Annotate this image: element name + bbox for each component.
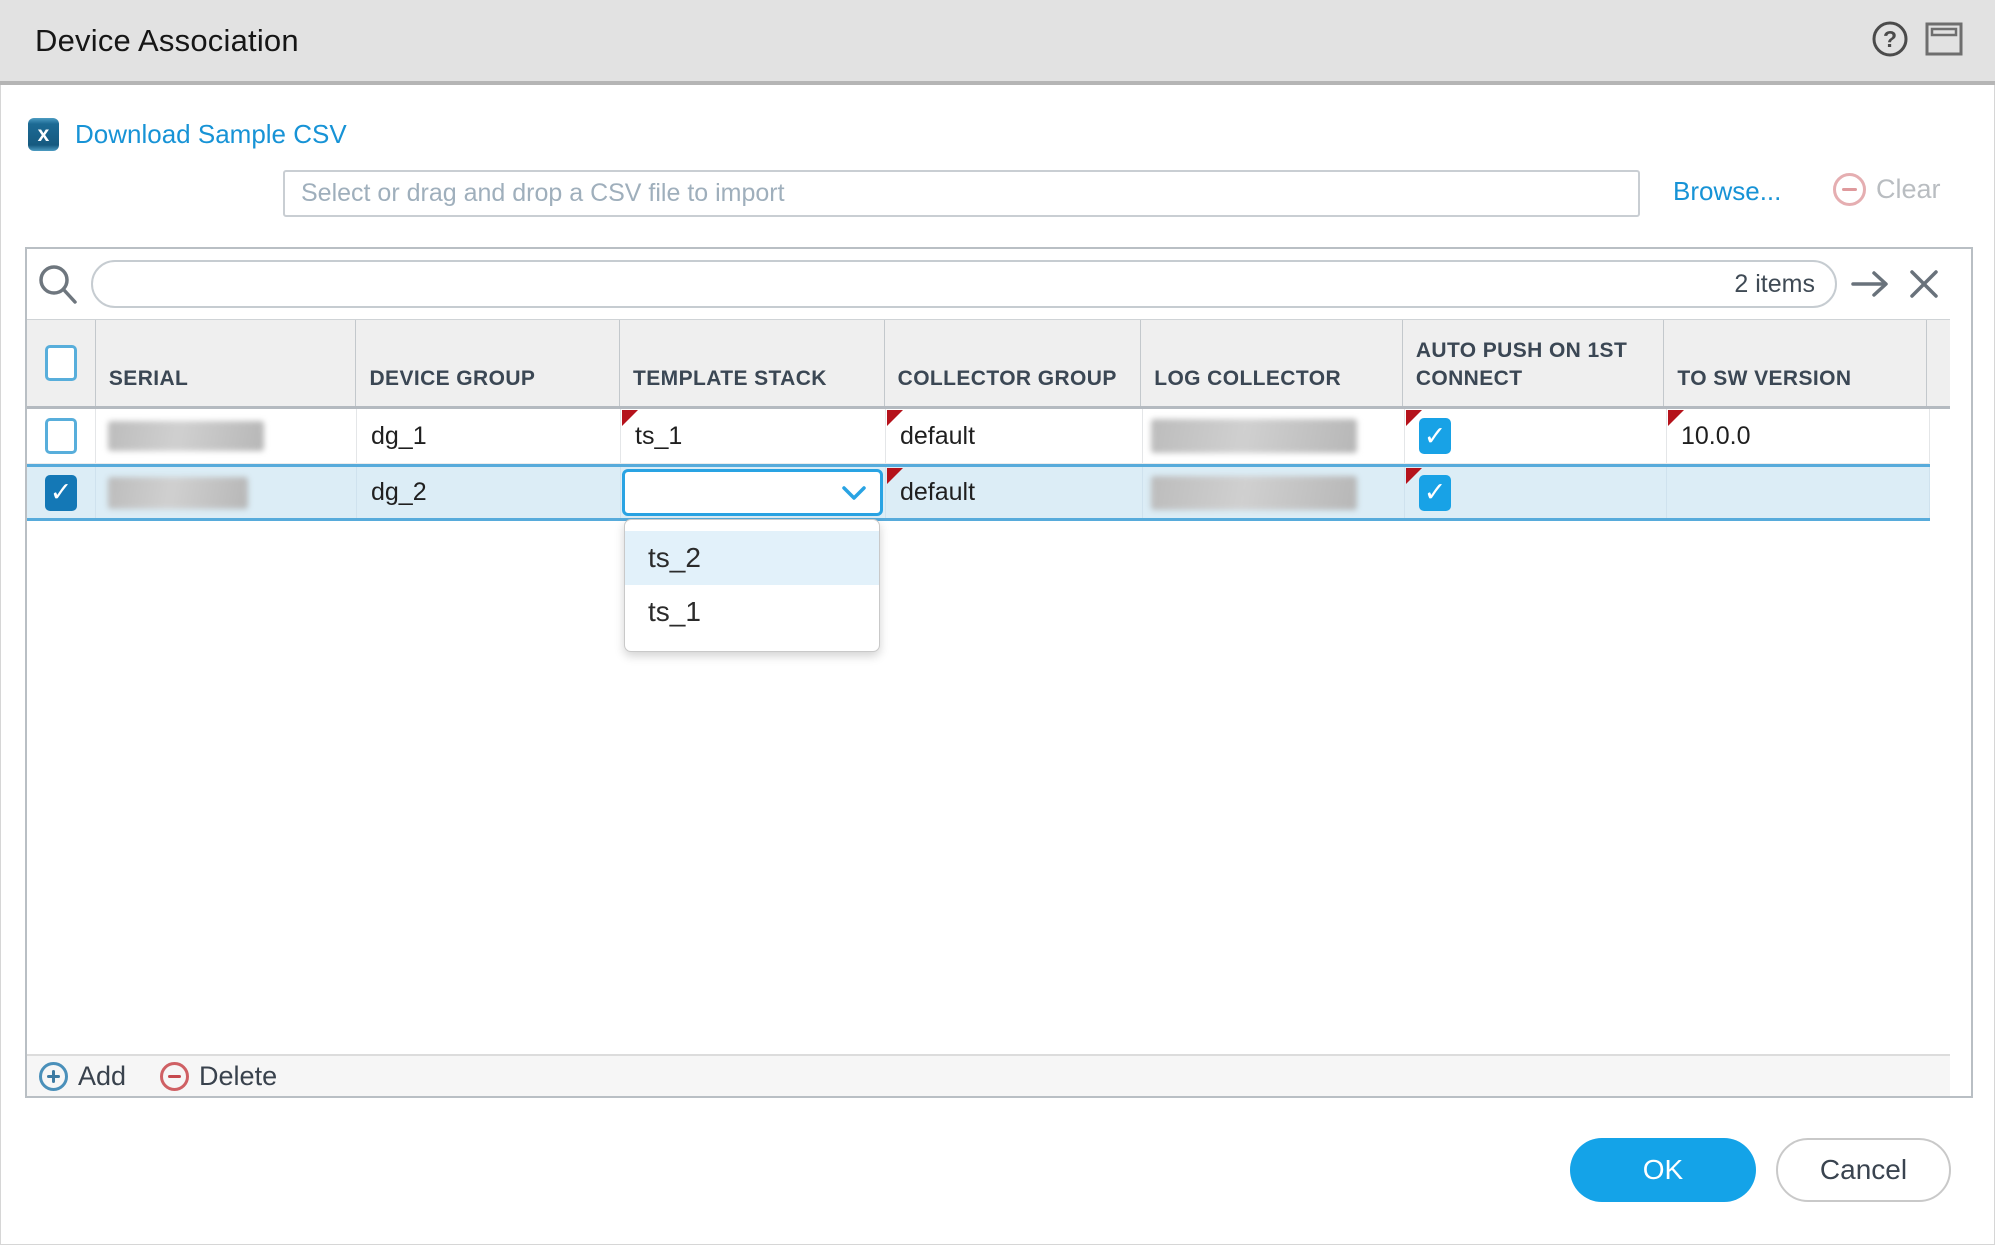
header-serial[interactable]: SERIAL <box>96 320 357 406</box>
row1-template-stack-cell[interactable]: ts_1 <box>621 409 886 463</box>
page-title: Device Association <box>35 23 299 59</box>
ok-button[interactable]: OK <box>1570 1138 1756 1202</box>
table-empty-area <box>27 521 1971 1054</box>
clear-filter-x-icon[interactable] <box>1907 267 1941 301</box>
clear-minus-icon <box>1833 173 1866 206</box>
header-template-stack[interactable]: TEMPLATE STACK <box>620 320 885 406</box>
cancel-button[interactable]: Cancel <box>1776 1138 1951 1202</box>
table-row-selected[interactable]: dg_2 default <box>27 464 1930 521</box>
device-association-dialog: Device Association ? x Download Sample C… <box>0 0 1995 1245</box>
plus-icon <box>39 1062 68 1091</box>
delete-button[interactable]: Delete <box>160 1061 277 1092</box>
row2-template-stack-cell <box>621 467 886 518</box>
dock-window-icon[interactable] <box>1925 22 1963 56</box>
row2-log-collector-cell[interactable] <box>1143 467 1405 518</box>
row1-serial-cell <box>96 409 357 463</box>
header-log-collector[interactable]: LOG COLLECTOR <box>1141 320 1403 406</box>
clear-label: Clear <box>1876 174 1941 205</box>
header-to-sw-version[interactable]: TO SW VERSION <box>1664 320 1927 406</box>
row2-auto-push-checkbox[interactable] <box>1419 475 1451 511</box>
row2-select-checkbox[interactable] <box>45 475 77 511</box>
row2-collector-group-cell[interactable]: default <box>886 467 1143 518</box>
filter-input[interactable] <box>113 270 1734 299</box>
row1-select-checkbox[interactable] <box>45 418 77 454</box>
add-label: Add <box>78 1061 126 1092</box>
chevron-down-icon <box>840 484 868 502</box>
row1-auto-push-checkbox[interactable] <box>1419 418 1451 454</box>
row1-log-collector-cell[interactable] <box>1143 409 1405 463</box>
clear-button[interactable]: Clear <box>1833 173 1941 206</box>
header-device-group[interactable]: DEVICE GROUP <box>356 320 620 406</box>
row1-to-sw-version-cell[interactable]: 10.0.0 <box>1667 409 1930 463</box>
row1-auto-push-cell <box>1405 409 1667 463</box>
download-sample-csv-link[interactable]: Download Sample CSV <box>75 119 347 150</box>
header-collector-group[interactable]: COLLECTOR GROUP <box>885 320 1142 406</box>
help-icon[interactable]: ? <box>1871 20 1909 58</box>
browse-link[interactable]: Browse... <box>1673 176 1781 207</box>
header-scrollbar-spacer <box>1927 320 1950 406</box>
row2-serial-cell <box>96 467 357 518</box>
csv-file-icon: x <box>28 118 59 151</box>
redacted-serial <box>108 477 248 509</box>
select-all-checkbox[interactable] <box>45 345 77 381</box>
download-sample-row: x Download Sample CSV <box>28 118 347 151</box>
apply-filter-arrow-icon[interactable] <box>1849 268 1893 300</box>
items-count-badge: 2 items <box>1734 270 1815 299</box>
dialog-titlebar: Device Association ? <box>0 0 1995 85</box>
search-pill: 2 items <box>91 260 1837 308</box>
redacted-serial <box>108 421 264 451</box>
csv-import-row: Browse... Clear <box>0 168 1995 218</box>
template-stack-select[interactable] <box>622 469 883 516</box>
search-icon <box>35 261 81 307</box>
delete-label: Delete <box>199 1061 277 1092</box>
header-auto-push[interactable]: AUTO PUSH ON 1ST CONNECT <box>1403 320 1665 406</box>
csv-file-input[interactable] <box>283 170 1640 217</box>
device-table-panel: 2 items <box>25 247 1973 1098</box>
dialog-footer: OK Cancel <box>0 1138 1995 1202</box>
row2-auto-push-cell <box>1405 467 1667 518</box>
row1-collector-group-cell[interactable]: default <box>886 409 1143 463</box>
row2-device-group-cell[interactable]: dg_2 <box>357 467 621 518</box>
redacted-log-collector <box>1151 419 1357 453</box>
row2-to-sw-version-cell[interactable] <box>1667 467 1930 518</box>
template-stack-dropdown: ts_2 ts_1 <box>624 519 880 652</box>
dropdown-option-ts2[interactable]: ts_2 <box>625 531 879 585</box>
row1-device-group-cell[interactable]: dg_1 <box>357 409 621 463</box>
header-select-all-cell <box>27 320 96 406</box>
add-button[interactable]: Add <box>39 1061 126 1092</box>
table-search-row: 2 items <box>27 249 1971 319</box>
minus-icon <box>160 1062 189 1091</box>
table-toolbar: Add Delete <box>27 1054 1950 1096</box>
table-row[interactable]: dg_1 ts_1 default 10.0.0 <box>27 409 1930 464</box>
svg-text:?: ? <box>1883 26 1897 52</box>
table-header-row: SERIAL DEVICE GROUP TEMPLATE STACK COLLE… <box>27 319 1950 409</box>
dropdown-option-ts1[interactable]: ts_1 <box>625 585 879 639</box>
redacted-log-collector <box>1151 476 1357 510</box>
